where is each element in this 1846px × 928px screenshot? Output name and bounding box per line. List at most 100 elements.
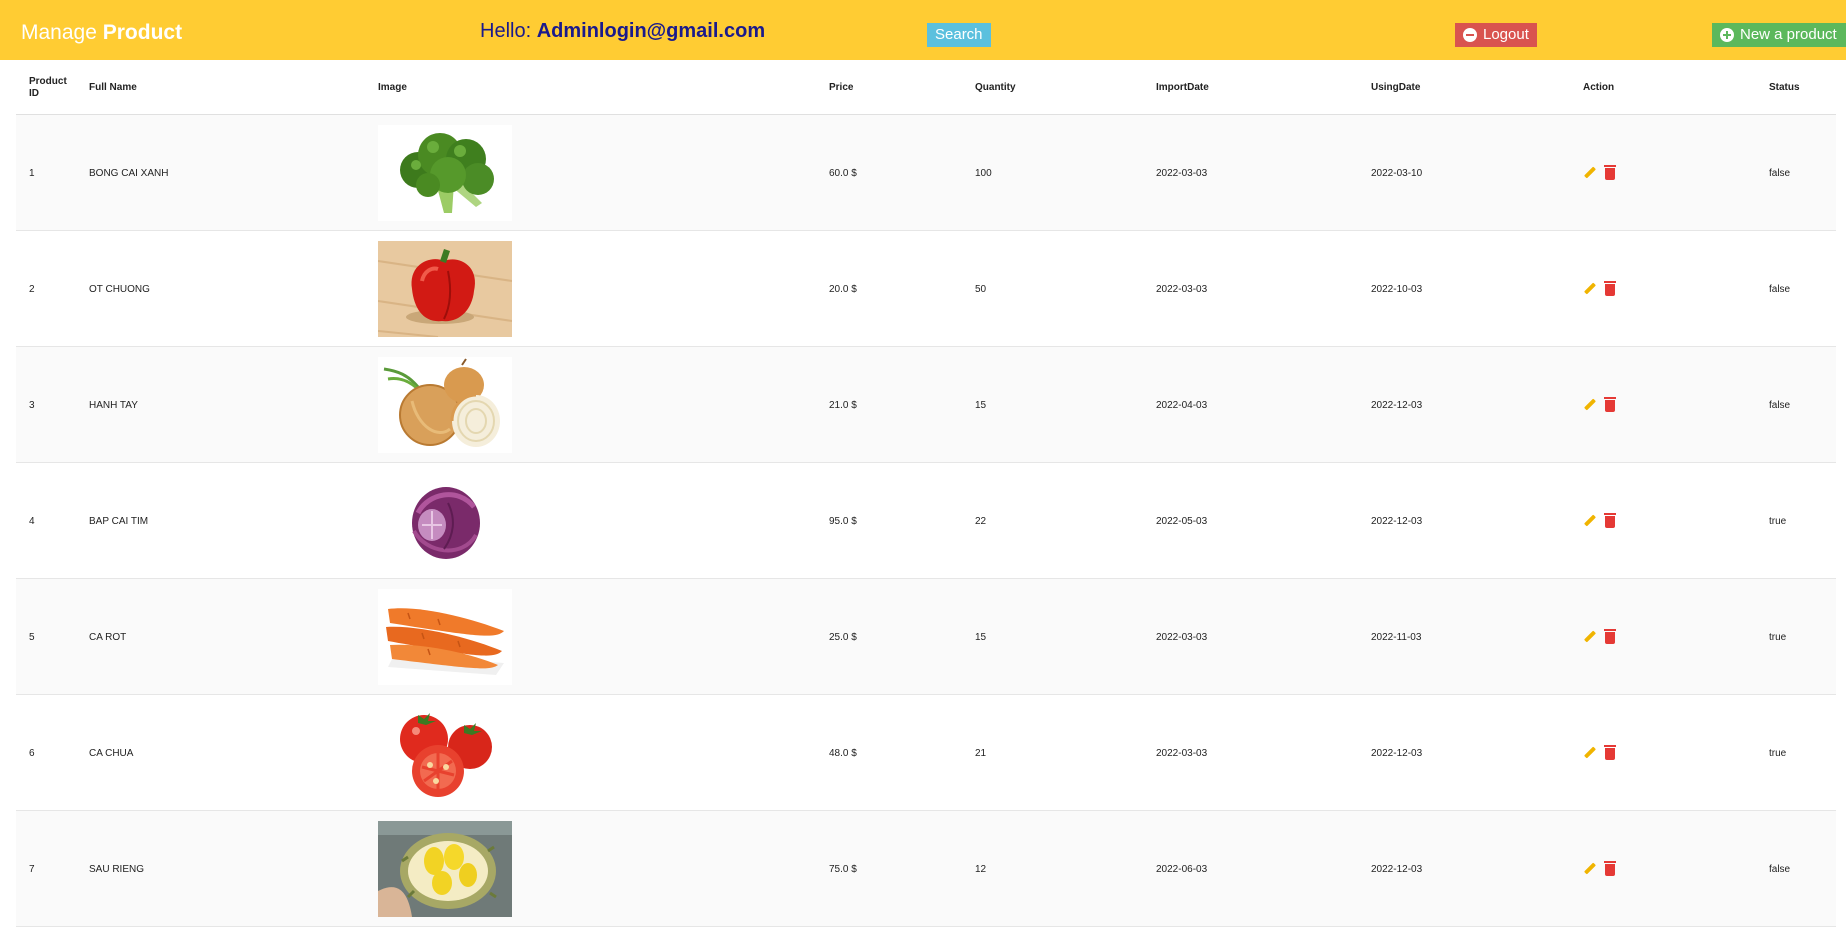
- broccoli-image: [378, 125, 512, 221]
- trash-icon[interactable]: [1604, 745, 1616, 760]
- product-price: 95.0 $: [829, 515, 857, 527]
- product-image-cell: [378, 231, 512, 347]
- action-cell: [1583, 579, 1616, 695]
- logout-button[interactable]: Logout: [1455, 23, 1537, 47]
- pencil-icon[interactable]: [1583, 862, 1597, 876]
- greeting-prefix: Hello:: [480, 20, 532, 42]
- product-status: true: [1769, 631, 1787, 643]
- new-product-button-label: New a product: [1740, 26, 1837, 43]
- product-status: false: [1769, 863, 1791, 875]
- table-row: 6 CA CHUA 48.0 $ 21 2022-03-03 2022-12-0…: [16, 695, 1836, 811]
- header-using-date: UsingDate: [1371, 81, 1421, 93]
- pencil-icon[interactable]: [1583, 398, 1597, 412]
- product-name: OT CHUONG: [89, 283, 150, 295]
- product-image-cell: [378, 463, 512, 579]
- header-full-name: Full Name: [89, 81, 137, 93]
- product-id: 4: [29, 515, 35, 527]
- product-id: 3: [29, 399, 35, 411]
- greeting: Hello: Adminlogin@gmail.com: [480, 20, 765, 43]
- product-price: 25.0 $: [829, 631, 857, 643]
- product-id: 6: [29, 747, 35, 759]
- trash-icon[interactable]: [1604, 513, 1616, 528]
- trash-icon[interactable]: [1604, 165, 1616, 180]
- header-product-id-line2: ID: [29, 87, 39, 99]
- product-name: BONG CAI XANH: [89, 167, 169, 179]
- table-row: 3 HANH TAY 21.0 $ 15 2022-04-03 2022-12-…: [16, 347, 1836, 463]
- product-using-date: 2022-12-03: [1371, 399, 1423, 411]
- product-table: Product ID Full Name Image Price Quantity…: [16, 60, 1836, 927]
- title-light: Manage: [21, 21, 97, 44]
- product-using-date: 2022-12-03: [1371, 747, 1423, 759]
- product-quantity: 50: [975, 283, 987, 295]
- pencil-icon[interactable]: [1583, 514, 1597, 528]
- product-name: HANH TAY: [89, 399, 138, 411]
- product-quantity: 15: [975, 631, 987, 643]
- pencil-icon[interactable]: [1583, 630, 1597, 644]
- product-import-date: 2022-06-03: [1156, 863, 1208, 875]
- table-header: Product ID Full Name Image Price Quantity…: [16, 60, 1836, 115]
- trash-icon[interactable]: [1604, 397, 1616, 412]
- product-price: 21.0 $: [829, 399, 857, 411]
- product-image-cell: [378, 579, 512, 695]
- red-cabbage-image: [378, 473, 512, 569]
- product-price: 48.0 $: [829, 747, 857, 759]
- page-title: Manage Product: [21, 21, 182, 45]
- product-image-cell: [378, 115, 512, 231]
- carrots-image: [378, 589, 512, 685]
- product-using-date: 2022-11-03: [1371, 631, 1422, 643]
- product-import-date: 2022-03-03: [1156, 631, 1208, 643]
- header-price: Price: [829, 81, 854, 93]
- tomatoes-image: [378, 705, 512, 801]
- product-import-date: 2022-03-03: [1156, 283, 1208, 295]
- search-button[interactable]: Search: [927, 23, 991, 47]
- red-bell-pepper-image: [378, 241, 512, 337]
- header-product-id-line1: Product: [29, 75, 67, 87]
- trash-icon[interactable]: [1604, 629, 1616, 644]
- product-import-date: 2022-03-03: [1156, 747, 1208, 759]
- product-status: false: [1769, 399, 1791, 411]
- table-row: 4 BAP CAI TIM 95.0 $ 22 2022-05-03 2022-…: [16, 463, 1836, 579]
- table-row: 2 OT CHUONG 20.0 $ 50 2022-03-03 2022-10…: [16, 231, 1836, 347]
- product-quantity: 100: [975, 167, 992, 179]
- product-quantity: 22: [975, 515, 987, 527]
- top-bar: Manage Product Hello: Adminlogin@gmail.c…: [0, 0, 1846, 60]
- product-image-cell: [378, 347, 512, 463]
- action-cell: [1583, 463, 1616, 579]
- product-using-date: 2022-10-03: [1371, 283, 1423, 295]
- onion-image: [378, 357, 512, 453]
- durian-image: [378, 821, 512, 917]
- product-using-date: 2022-03-10: [1371, 167, 1423, 179]
- product-status: true: [1769, 747, 1787, 759]
- product-id: 5: [29, 631, 35, 643]
- product-import-date: 2022-05-03: [1156, 515, 1208, 527]
- plus-circle-icon: [1720, 28, 1734, 42]
- user-email: Adminlogin@gmail.com: [536, 20, 766, 42]
- product-quantity: 21: [975, 747, 987, 759]
- table-row: 7 SAU RIENG 75.0 $ 12 2022-06-03 2022-12…: [16, 811, 1836, 927]
- action-cell: [1583, 347, 1616, 463]
- table-row: 5 CA ROT 25.0 $ 15 2022-03-03 2022-11-03…: [16, 579, 1836, 695]
- product-using-date: 2022-12-03: [1371, 863, 1423, 875]
- product-import-date: 2022-04-03: [1156, 399, 1208, 411]
- trash-icon[interactable]: [1604, 281, 1616, 296]
- product-using-date: 2022-12-03: [1371, 515, 1423, 527]
- trash-icon[interactable]: [1604, 861, 1616, 876]
- minus-circle-icon: [1463, 28, 1477, 42]
- logout-button-label: Logout: [1483, 26, 1529, 43]
- header-image: Image: [378, 81, 407, 93]
- action-cell: [1583, 115, 1616, 231]
- new-product-button[interactable]: New a product: [1712, 23, 1846, 47]
- product-price: 75.0 $: [829, 863, 857, 875]
- header-status: Status: [1769, 81, 1800, 93]
- search-button-label: Search: [935, 26, 983, 43]
- product-import-date: 2022-03-03: [1156, 167, 1208, 179]
- action-cell: [1583, 695, 1616, 811]
- action-cell: [1583, 811, 1616, 927]
- product-status: false: [1769, 167, 1791, 179]
- product-name: BAP CAI TIM: [89, 515, 149, 527]
- header-import-date: ImportDate: [1156, 81, 1209, 93]
- product-quantity: 15: [975, 399, 987, 411]
- pencil-icon[interactable]: [1583, 282, 1597, 296]
- pencil-icon[interactable]: [1583, 166, 1597, 180]
- pencil-icon[interactable]: [1583, 746, 1597, 760]
